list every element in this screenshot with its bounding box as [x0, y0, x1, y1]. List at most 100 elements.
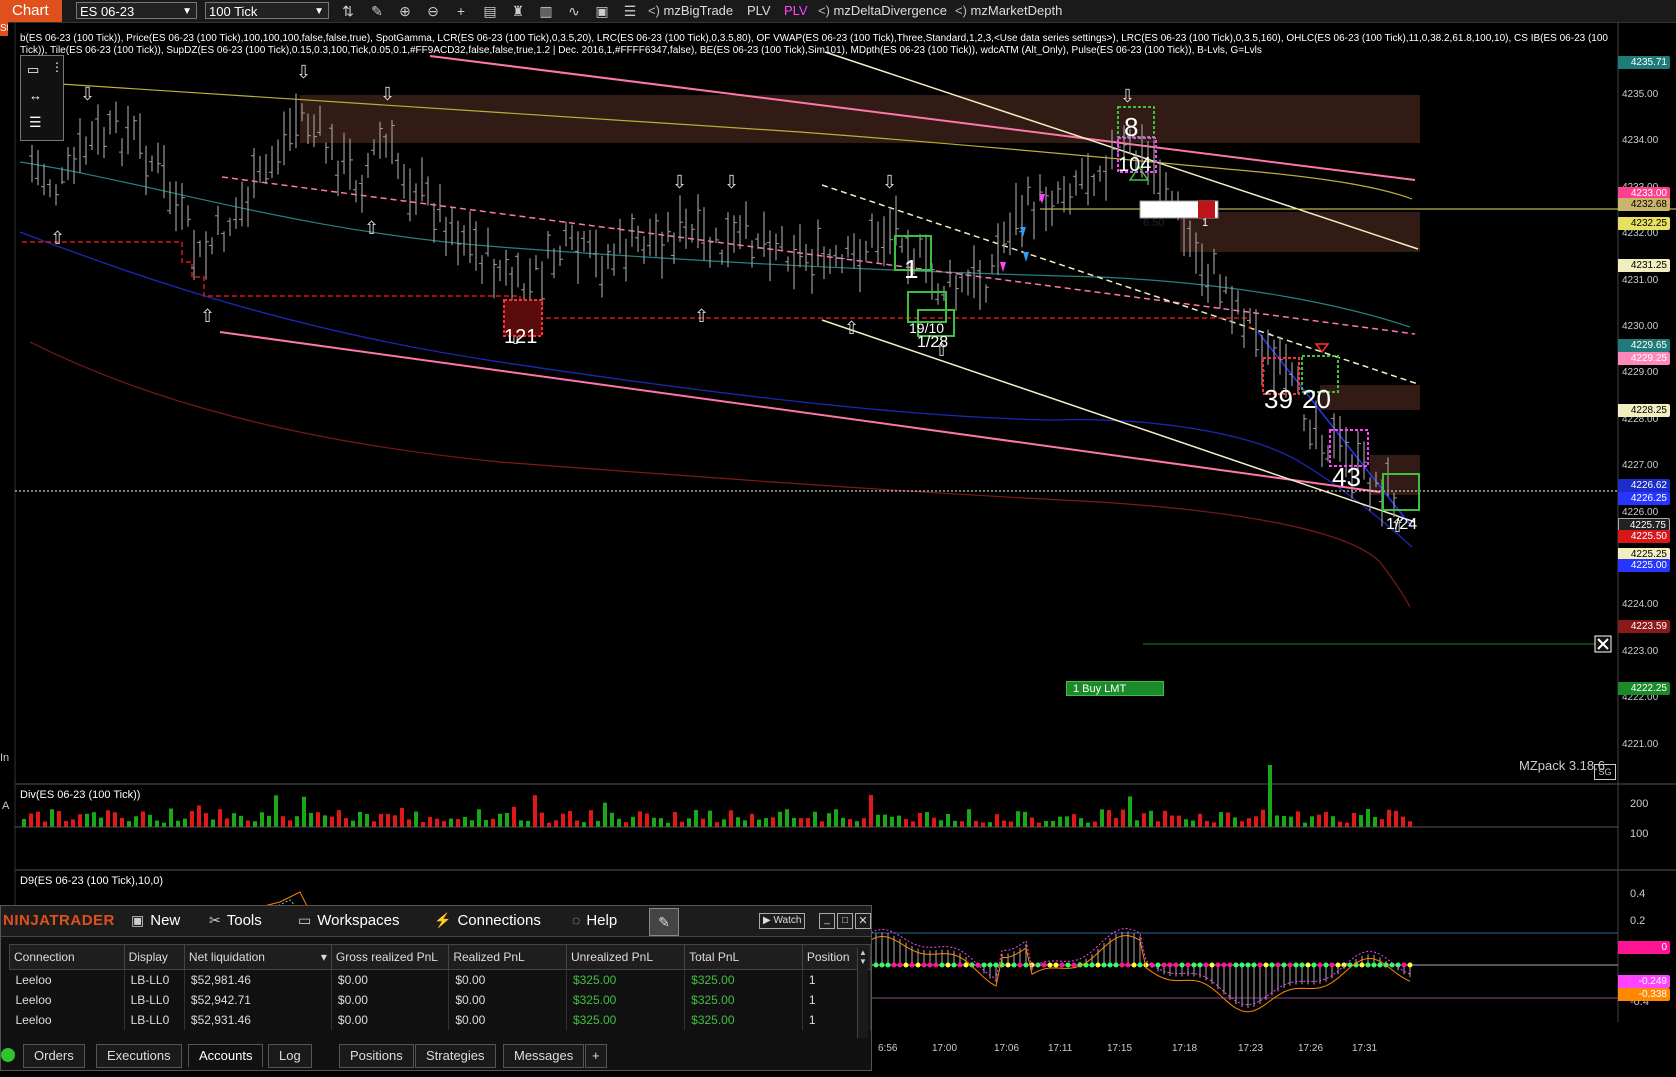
menu-help[interactable]: ◌ Help: [572, 912, 617, 929]
scroll-down-icon: ▼: [859, 957, 867, 966]
price-marker-label: 4229.25: [1618, 352, 1670, 365]
price-marker-label: 4228.25: [1618, 404, 1670, 417]
chart-tab[interactable]: Chart: [0, 0, 62, 22]
signal-number: 43: [1332, 462, 1361, 492]
d9-axis-label: 0.2: [1630, 915, 1646, 927]
column-header[interactable]: Total PnL: [684, 944, 803, 970]
menu-connections[interactable]: ⚡ Connections: [434, 912, 541, 929]
vwap-darkred-line: [29, 341, 1411, 608]
d9-axis-label: 0.4: [1630, 888, 1646, 900]
time-axis-tick: 17:26: [1298, 1043, 1324, 1054]
column-header[interactable]: Unrealized PnL: [565, 944, 686, 970]
pencil-icon[interactable]: ✎: [368, 2, 386, 20]
table-cell: $0.00: [448, 1010, 567, 1030]
period-selector[interactable]: 100 Tick ▼: [205, 2, 329, 19]
zoom-out-icon[interactable]: ⊖: [424, 2, 442, 20]
ruler-icon[interactable]: ▭: [27, 62, 39, 78]
plv-button[interactable]: PLV: [747, 2, 771, 20]
price-axis-tick: 4223.00: [1622, 645, 1659, 657]
tab-log[interactable]: Log: [268, 1044, 312, 1068]
connection-status-icon: [1, 1048, 15, 1062]
div-histogram: [22, 765, 1412, 827]
instrument-value: ES 06-23: [80, 4, 135, 19]
zoom-in-icon[interactable]: ⊕: [396, 2, 414, 20]
maximize-icon[interactable]: □: [837, 913, 853, 929]
properties-icon[interactable]: ▤: [481, 2, 499, 20]
column-header[interactable]: Connection: [9, 944, 125, 970]
tab-accounts[interactable]: Accounts: [188, 1044, 264, 1067]
regression-lower-line: [219, 331, 1381, 493]
signal-number: 39: [1264, 384, 1293, 414]
price-axis-tick: 4224.00: [1622, 599, 1659, 611]
tab-positions[interactable]: Positions: [339, 1044, 414, 1068]
bar-spacing-icon[interactable]: ⇅: [339, 2, 357, 20]
tab-executions[interactable]: Executions: [96, 1044, 182, 1068]
crosshair-icon[interactable]: +: [452, 2, 470, 20]
table-cell: Leeloo: [9, 969, 125, 990]
control-center-header: NINJATRADER ▣ New ✂ Tools ▭ Workspaces ⚡ Con…: [1, 906, 871, 937]
table-cell: LB-LL0: [124, 1010, 185, 1030]
time-axis-tick: 17:00: [932, 1043, 958, 1054]
table-row[interactable]: Leeloo LB-LL0 $52,931.46 $0.00 $0.00 $325.00 $…: [9, 1010, 872, 1030]
position-qty: 1: [1202, 217, 1209, 229]
time-axis-tick: 17:15: [1107, 1043, 1133, 1054]
signal-number: 1/28: [917, 334, 949, 351]
templates-icon[interactable]: ▣: [593, 2, 611, 20]
table-cell: Leeloo: [9, 990, 125, 1010]
plv-active-button[interactable]: PLV: [784, 2, 808, 20]
tab-messages[interactable]: Messages: [503, 1044, 585, 1068]
chevron-down-icon: ▼: [314, 6, 324, 17]
table-cell: $325.00: [566, 990, 686, 1010]
div-axis-label: 200: [1630, 798, 1649, 810]
menu-new[interactable]: ▣ New: [131, 912, 180, 929]
column-header[interactable]: Gross realized PnL: [330, 944, 450, 970]
ninjatrader-logo: NINJATRADER: [3, 912, 115, 929]
price-axis-tick: 4226.00: [1622, 506, 1659, 518]
table-row[interactable]: Leeloo LB-LL0 $52,942.71 $0.00 $0.00 $325.00 $…: [9, 990, 872, 1010]
watch-button[interactable]: ▶ Watch: [759, 913, 806, 929]
strategies-icon[interactable]: ♜: [509, 2, 527, 20]
close-icon[interactable]: ✕: [855, 913, 871, 929]
tab-orders[interactable]: Orders: [23, 1044, 85, 1068]
time-axis-tick: 6:56: [878, 1043, 898, 1054]
indicator-list: b(ES 06-23 (100 Tick)), Price(ES 06-23 (…: [20, 33, 1608, 56]
list-icon[interactable]: ☰: [621, 2, 639, 20]
up-arrow-icon: ⇧: [844, 318, 859, 338]
sg-icon[interactable]: SG: [1594, 764, 1616, 780]
minimize-icon[interactable]: _: [819, 913, 835, 929]
up-arrow-icon: ⇧: [364, 218, 379, 238]
side-label: In: [0, 752, 10, 764]
mzdeltadivergence-button[interactable]: <) mzDeltaDivergence: [818, 2, 947, 20]
price-axis-tick: 4229.00: [1622, 367, 1659, 379]
drawing-tools-icon[interactable]: ∿: [565, 2, 583, 20]
column-header[interactable]: Display: [123, 944, 185, 970]
grid-scrollbar[interactable]: ▲ ▼: [857, 948, 868, 1038]
price-marker-label: 4226.62: [1618, 479, 1670, 492]
table-row[interactable]: Leeloo LB-LL0 $52,981.46 $0.00 $0.00 $325.00 $…: [9, 969, 872, 990]
price-marker-label: 4229.65: [1618, 339, 1670, 352]
column-header[interactable]: Realized PnL: [448, 944, 567, 970]
d9-value-label: 0: [1618, 941, 1670, 954]
column-header[interactable]: Net liquidation ▾: [183, 944, 332, 970]
arrows-icon[interactable]: ↔: [29, 88, 42, 103]
feather-icon[interactable]: ✎: [649, 908, 679, 936]
add-tab-button[interactable]: +: [585, 1044, 607, 1068]
help-icon: ◌: [572, 912, 581, 928]
price-axis-tick: 4234.00: [1622, 135, 1659, 147]
time-axis-tick: 17:18: [1172, 1043, 1198, 1054]
menu-tools[interactable]: ✂ Tools: [209, 912, 262, 929]
accounts-grid: Connection Display Net liquidation ▾ Gross …: [9, 944, 872, 1030]
instrument-selector[interactable]: ES 06-23 ▼: [76, 2, 197, 19]
plug-icon: ⚡: [434, 912, 452, 928]
tab-strategies[interactable]: Strategies: [415, 1044, 496, 1068]
menu-icon[interactable]: ☰: [29, 114, 42, 131]
price-marker-label: 4226.25: [1618, 492, 1670, 505]
indicators-icon[interactable]: ▥: [537, 2, 555, 20]
buy-limit-order[interactable]: 1 Buy LMT: [1066, 681, 1164, 696]
price-axis-tick: 4230.00: [1622, 321, 1659, 332]
menu-workspaces[interactable]: ▭ Workspaces: [298, 912, 400, 929]
mzmarketdepth-button[interactable]: <) mzMarketDepth: [955, 2, 1062, 20]
mzbigtrade-button[interactable]: <) mzBigTrade: [648, 2, 733, 20]
new-icon: ▣: [131, 912, 145, 928]
more-icon[interactable]: ⋮: [51, 60, 63, 74]
